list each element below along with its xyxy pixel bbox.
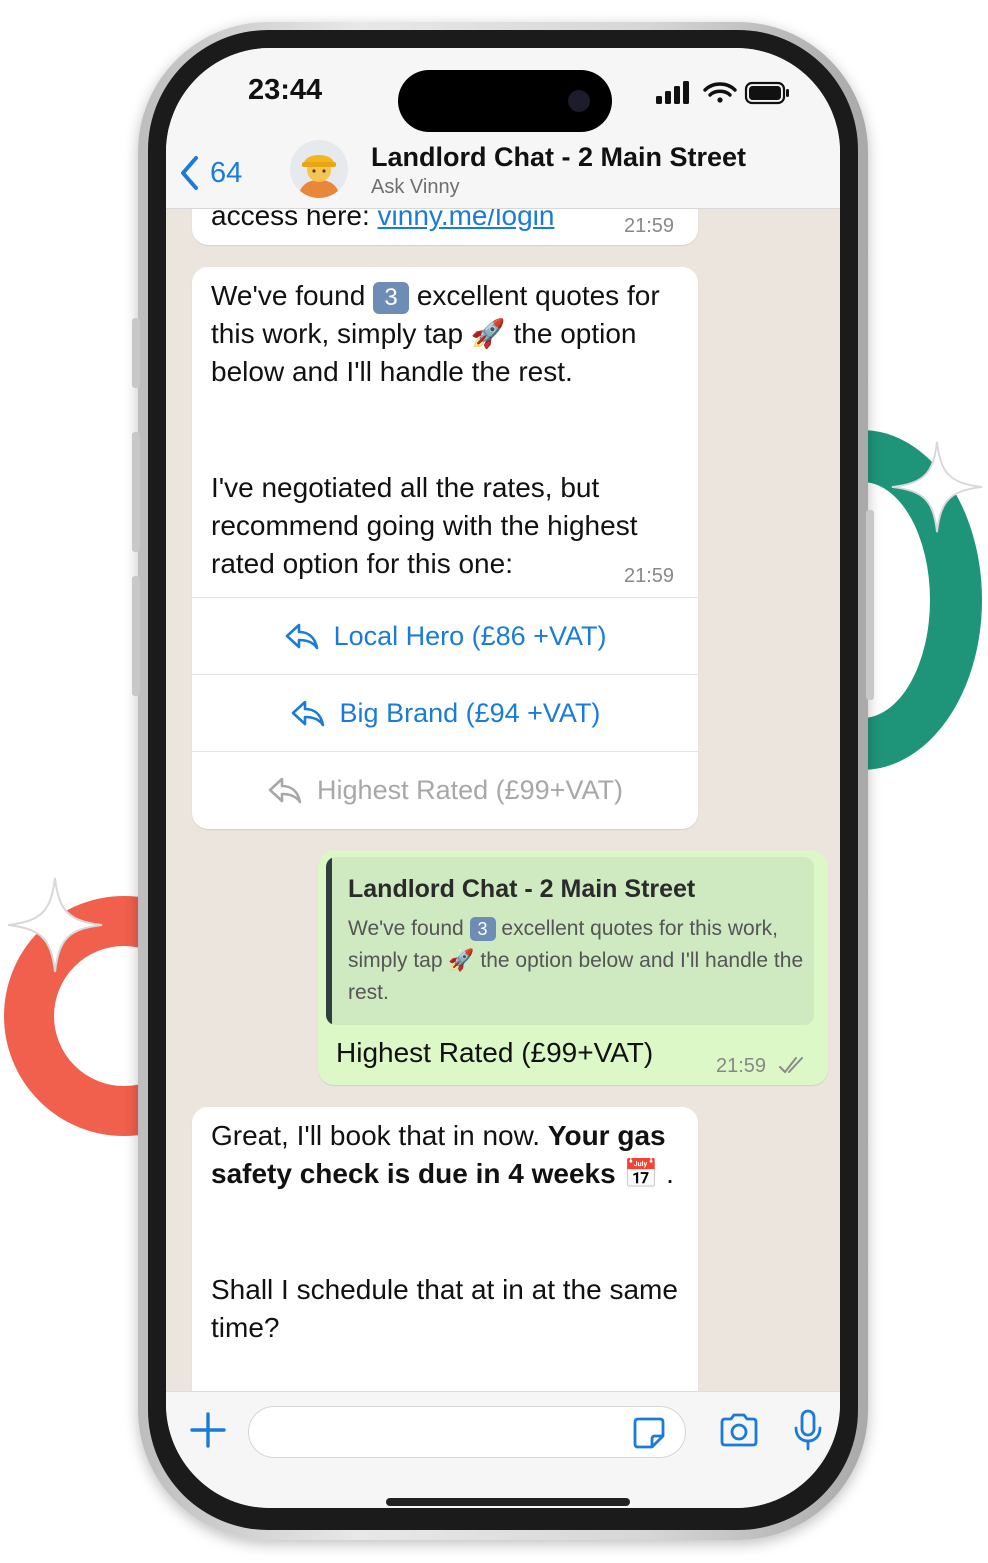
avatar[interactable] — [290, 140, 348, 198]
quick-reply-highest-rated: Highest Rated (£99+VAT) — [192, 751, 698, 828]
keycap-three-icon: 3 — [373, 281, 410, 314]
message-bubble: access here: vinny.me/login 21:59 — [192, 209, 698, 245]
sticker-button[interactable] — [632, 1416, 666, 1455]
message-bubble: Great, I'll book that in now. Your gas s… — [192, 1107, 698, 1391]
rocket-icon: 🚀 — [470, 318, 506, 349]
message-bubble: We've found 3 excellent quotes for this … — [192, 267, 698, 829]
message-time: 21:59 — [624, 565, 675, 587]
quick-reply-local-hero[interactable]: Local Hero (£86 +VAT) — [192, 597, 698, 674]
quick-reply-label: Highest Rated (£99+VAT) — [317, 774, 623, 805]
message-text: Highest Rated (£99+VAT) — [336, 1037, 654, 1068]
chat-area: access here: vinny.me/login 21:59 We've … — [166, 209, 840, 1391]
camera-icon — [720, 1413, 758, 1447]
attach-button[interactable] — [188, 1410, 228, 1455]
rocket-icon: 🚀 — [448, 949, 475, 972]
microphone-icon — [794, 1409, 822, 1451]
message-time: 21:59 — [716, 1055, 767, 1077]
sparkle-star-icon — [891, 441, 983, 533]
phone-side-button — [132, 318, 140, 388]
quoted-sender: Landlord Chat - 2 Main Street — [348, 875, 696, 903]
status-time: 23:44 — [248, 74, 323, 106]
chat-subtitle: Ask Vinny — [371, 176, 460, 198]
message-text: access here: vinny.me/login — [211, 209, 554, 235]
front-camera — [568, 90, 590, 112]
back-button[interactable]: 64 — [178, 148, 242, 198]
message-composer — [166, 1391, 840, 1508]
login-link[interactable]: vinny.me/login — [378, 209, 555, 231]
chat-title[interactable]: Landlord Chat - 2 Main Street — [371, 142, 746, 173]
wifi-icon — [703, 82, 737, 103]
message-text: I've negotiated all the rates, but recom… — [211, 472, 638, 579]
camera-button[interactable] — [718, 1412, 760, 1453]
keycap-three-icon: 3 — [469, 917, 496, 942]
quoted-text: We've found 3 excellent quotes for this … — [348, 917, 804, 1004]
chevron-left-icon — [181, 156, 198, 190]
message-time: 21:59 — [624, 215, 675, 237]
reply-arrow-icon — [285, 623, 318, 650]
message-text: Shall I schedule that at in at the same … — [211, 1274, 678, 1343]
message-bubble-outgoing: Landlord Chat - 2 Main Street We've foun… — [318, 851, 828, 1085]
quoted-message[interactable]: Landlord Chat - 2 Main Street We've foun… — [326, 857, 814, 1025]
phone-side-button — [866, 510, 874, 700]
reply-arrow-icon — [268, 777, 302, 804]
message-input[interactable] — [248, 1406, 686, 1458]
plus-icon — [190, 1412, 226, 1448]
status-icons — [654, 80, 794, 115]
quick-reply-label: Local Hero (£86 +VAT) — [333, 620, 607, 651]
chat-header: 64 Landlord Chat - 2 Main Street Ask Vin… — [166, 138, 840, 209]
microphone-button[interactable] — [792, 1408, 824, 1457]
status-bar: 23:44 — [166, 48, 840, 138]
message-text: We've found 3 excellent quotes for this … — [211, 280, 660, 387]
unread-count: 64 — [210, 156, 243, 189]
message-text: Great, I'll book that in now. Your gas s… — [211, 1120, 674, 1189]
sparkle-star-icon — [7, 877, 103, 973]
quote-bar — [326, 857, 332, 1025]
construction-worker-avatar-icon — [290, 140, 348, 198]
phone-side-button — [132, 576, 140, 696]
double-check-icon — [779, 1057, 803, 1074]
signal-icon — [656, 81, 689, 104]
sticker-icon — [633, 1417, 665, 1449]
quick-reply-big-brand[interactable]: Big Brand (£94 +VAT) — [192, 674, 698, 751]
reply-arrow-icon — [291, 700, 324, 727]
battery-icon — [744, 81, 789, 105]
home-indicator[interactable] — [386, 1498, 630, 1506]
phone-side-button — [132, 432, 140, 552]
calendar-icon: 📅 — [623, 1158, 659, 1189]
phone-screen: 23:44 64 Landlord Chat - 2 Main Street A… — [166, 48, 840, 1508]
quick-reply-label: Big Brand (£94 +VAT) — [339, 697, 601, 728]
